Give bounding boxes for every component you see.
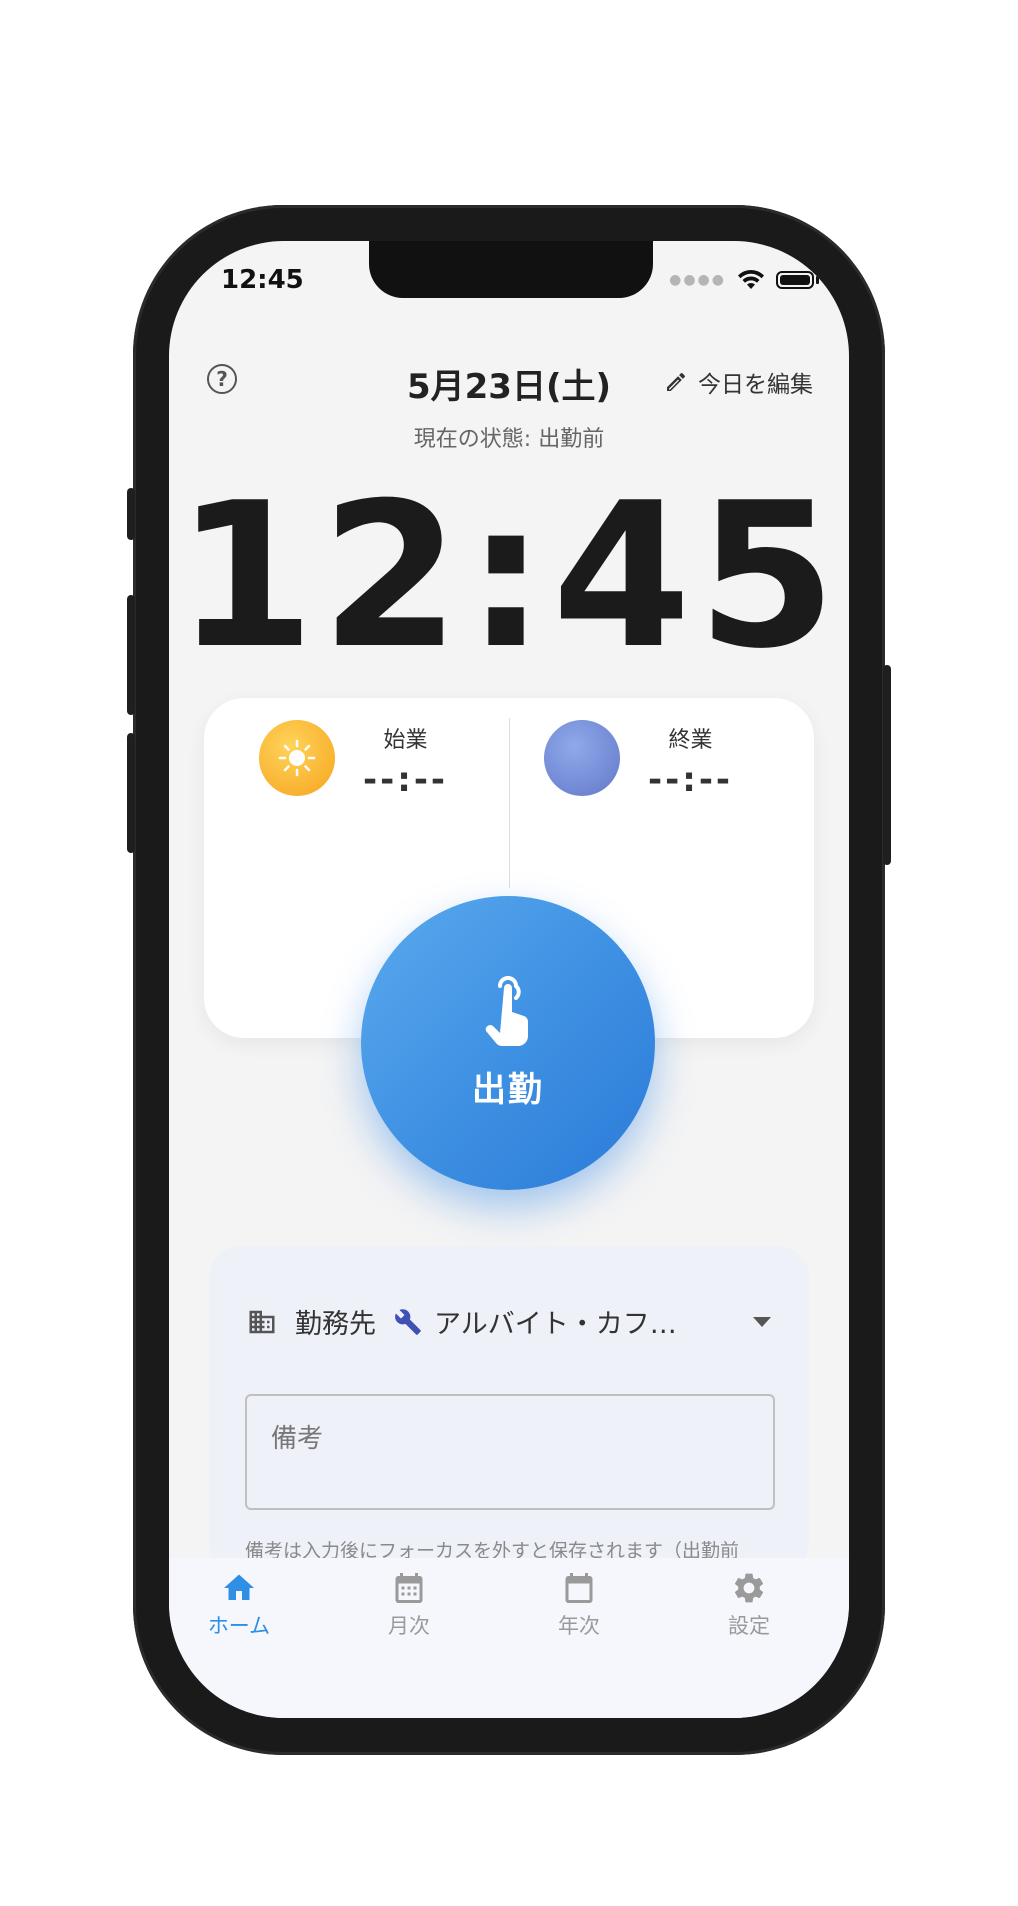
battery-icon (776, 271, 814, 289)
tab-home-label: ホーム (207, 1614, 271, 1638)
tab-yearly-label: 年次 (558, 1614, 600, 1638)
status-time: 12:45 (221, 265, 304, 295)
calendar-month-icon (395, 1573, 423, 1603)
card-divider (509, 718, 510, 888)
end-text: 終業 --:-- (648, 720, 733, 800)
tab-monthly[interactable]: 月次 (349, 1570, 469, 1640)
home-icon (224, 1574, 254, 1600)
tab-settings[interactable]: 設定 (689, 1570, 809, 1640)
edit-today-button[interactable]: 今日を編集 (664, 365, 813, 399)
end-label: 終業 (668, 728, 713, 753)
tab-yearly[interactable]: 年次 (519, 1570, 639, 1640)
workplace-select[interactable]: 勤務先 アルバイト・カフ… (247, 1302, 771, 1341)
workplace-label: 勤務先 (295, 1309, 376, 1340)
pencil-icon (667, 372, 686, 391)
moon-icon (544, 720, 620, 796)
end-slot: 終業 --:-- (544, 720, 733, 800)
edit-today-label: 今日を編集 (698, 372, 813, 398)
app-screen: 12:45 ●●●● ? 5月23日(土) 今日を編集 現在の状態: 出勤前 1… (169, 241, 849, 1718)
chevron-down-icon (753, 1316, 771, 1327)
tools-icon (395, 1308, 421, 1335)
touch-icon (485, 975, 529, 1046)
tab-monthly-label: 月次 (388, 1614, 430, 1638)
memo-field[interactable]: 備考 (245, 1394, 775, 1510)
clock-in-label: 出勤 (472, 1069, 544, 1110)
side-button (127, 488, 135, 540)
signal-icon: ●●●● (669, 272, 726, 288)
tab-settings-label: 設定 (728, 1614, 770, 1638)
sun-icon (259, 720, 335, 796)
building-icon (249, 1310, 275, 1333)
start-label: 始業 (383, 728, 428, 753)
volume-up-button (127, 595, 135, 715)
gear-icon (734, 1573, 764, 1603)
power-button (883, 665, 891, 865)
clock-in-button[interactable]: 出勤 (361, 896, 655, 1190)
start-slot: 始業 --:-- (259, 720, 448, 800)
details-panel: 勤務先 アルバイト・カフ… 備考 備考は入力後にフォーカスを外すと保存されます（… (209, 1246, 809, 1576)
current-clock: 12:45 (175, 460, 843, 693)
volume-down-button (127, 733, 135, 853)
current-state: 現在の状態: 出勤前 (413, 427, 605, 452)
status-icons: ●●●● (669, 269, 819, 291)
start-text: 始業 --:-- (363, 720, 448, 800)
start-time: --:-- (363, 760, 449, 800)
tab-bar: ホーム 月次 年次 設定 (169, 1558, 849, 1718)
calendar-icon (565, 1573, 593, 1603)
battery-tip (816, 276, 819, 284)
wifi-icon (738, 269, 764, 289)
tab-home[interactable]: ホーム (179, 1570, 299, 1640)
memo-placeholder: 備考 (271, 1424, 324, 1454)
end-time: --:-- (648, 760, 734, 800)
notch (369, 241, 653, 298)
workplace-value: アルバイト・カフ… (434, 1309, 677, 1340)
